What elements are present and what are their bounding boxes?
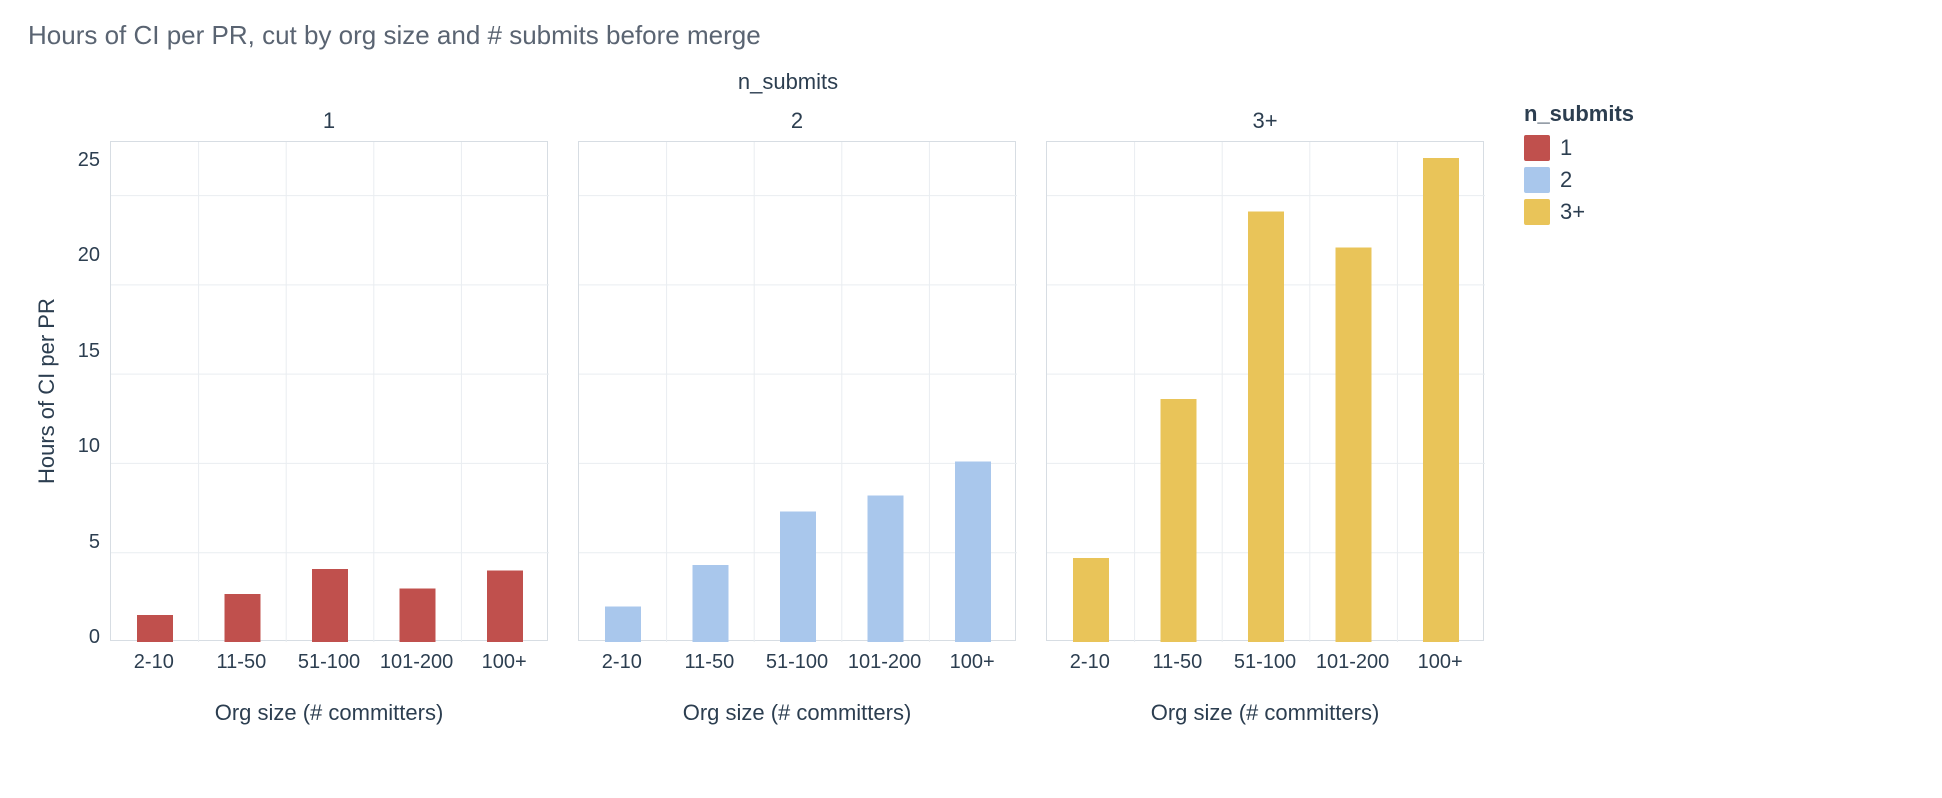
legend-item[interactable]: 1	[1524, 135, 1634, 161]
bar[interactable]	[692, 565, 728, 642]
x-tick: 51-100	[285, 651, 373, 674]
bar[interactable]	[224, 594, 260, 642]
x-tick: 2-10	[110, 651, 198, 674]
legend-swatch	[1524, 199, 1550, 225]
legend-swatch	[1524, 135, 1550, 161]
plot-svg	[1047, 142, 1485, 642]
facet-panel: 1 2-1011-5051-100101-200100+ Org size (# c…	[110, 101, 548, 726]
facet-panel-title: 1	[110, 101, 548, 141]
plot-svg	[111, 142, 549, 642]
legend: n_submits 1 2 3+	[1524, 101, 1634, 231]
x-axis-ticks: 2-1011-5051-100101-200100+	[110, 651, 548, 674]
y-axis-title: Hours of CI per PR	[28, 141, 66, 641]
plot-area[interactable]	[578, 141, 1016, 641]
bar[interactable]	[1073, 558, 1109, 642]
legend-label: 1	[1560, 135, 1572, 161]
y-axis-ticks: 25 20 15 10 5 0	[66, 141, 110, 641]
x-axis-title: Org size (# committers)	[1046, 700, 1484, 726]
x-tick: 2-10	[578, 651, 666, 674]
x-axis-ticks: 2-1011-5051-100101-200100+	[578, 651, 1016, 674]
y-tick: 20	[66, 244, 100, 267]
bar[interactable]	[955, 462, 991, 642]
y-tick: 15	[66, 340, 100, 363]
x-axis-title: Org size (# committers)	[578, 700, 1016, 726]
x-axis-ticks: 2-1011-5051-100101-200100+	[1046, 651, 1484, 674]
legend-items: 1 2 3+	[1524, 135, 1634, 225]
bar[interactable]	[780, 512, 816, 642]
x-tick: 2-10	[1046, 651, 1134, 674]
x-tick: 101-200	[373, 651, 461, 674]
bar[interactable]	[487, 571, 523, 642]
x-tick: 11-50	[198, 651, 286, 674]
bar[interactable]	[400, 588, 436, 642]
facet-panel-title: 2	[578, 101, 1016, 141]
facet-panel: 2 2-1011-5051-100101-200100+ Org size (# c…	[578, 101, 1016, 726]
legend-label: 2	[1560, 167, 1572, 193]
bar[interactable]	[868, 496, 904, 642]
bar[interactable]	[1423, 158, 1459, 642]
x-tick: 11-50	[1134, 651, 1222, 674]
x-tick: 100+	[928, 651, 1016, 674]
plot-area[interactable]	[110, 141, 548, 641]
bar[interactable]	[605, 606, 641, 642]
x-tick: 51-100	[753, 651, 841, 674]
chart-title: Hours of CI per PR, cut by org size and …	[28, 20, 1914, 51]
y-tick: 10	[66, 435, 100, 458]
y-tick: 5	[66, 531, 100, 554]
bar[interactable]	[1336, 247, 1372, 642]
x-tick: 101-200	[1309, 651, 1397, 674]
bar[interactable]	[137, 615, 173, 642]
x-axis-title: Org size (# committers)	[110, 700, 548, 726]
plot-svg	[579, 142, 1017, 642]
bar[interactable]	[1248, 212, 1284, 642]
legend-item[interactable]: 2	[1524, 167, 1634, 193]
y-tick: 25	[66, 149, 100, 172]
legend-label: 3+	[1560, 199, 1585, 225]
x-tick: 11-50	[666, 651, 754, 674]
plot-area[interactable]	[1046, 141, 1484, 641]
legend-swatch	[1524, 167, 1550, 193]
bar[interactable]	[312, 569, 348, 642]
x-tick: 51-100	[1221, 651, 1309, 674]
x-tick: 100+	[460, 651, 548, 674]
legend-item[interactable]: 3+	[1524, 199, 1634, 225]
bar[interactable]	[1160, 399, 1196, 642]
chart-container: Hours of CI per PR, cut by org size and …	[0, 0, 1942, 798]
x-tick: 100+	[1396, 651, 1484, 674]
facet-panels: 12-1011-5051-100101-200100+Org size (# c…	[110, 101, 1484, 726]
facet-panel: 3+ 2-1011-5051-100101-200100+ Org size (# …	[1046, 101, 1484, 726]
y-tick: 0	[66, 626, 100, 649]
facet-panel-title: 3+	[1046, 101, 1484, 141]
facet-super-label: n_submits	[108, 69, 1468, 95]
x-tick: 101-200	[841, 651, 929, 674]
legend-title: n_submits	[1524, 101, 1634, 127]
chart-row: Hours of CI per PR 25 20 15 10 5 0 1 2-10…	[28, 101, 1914, 726]
